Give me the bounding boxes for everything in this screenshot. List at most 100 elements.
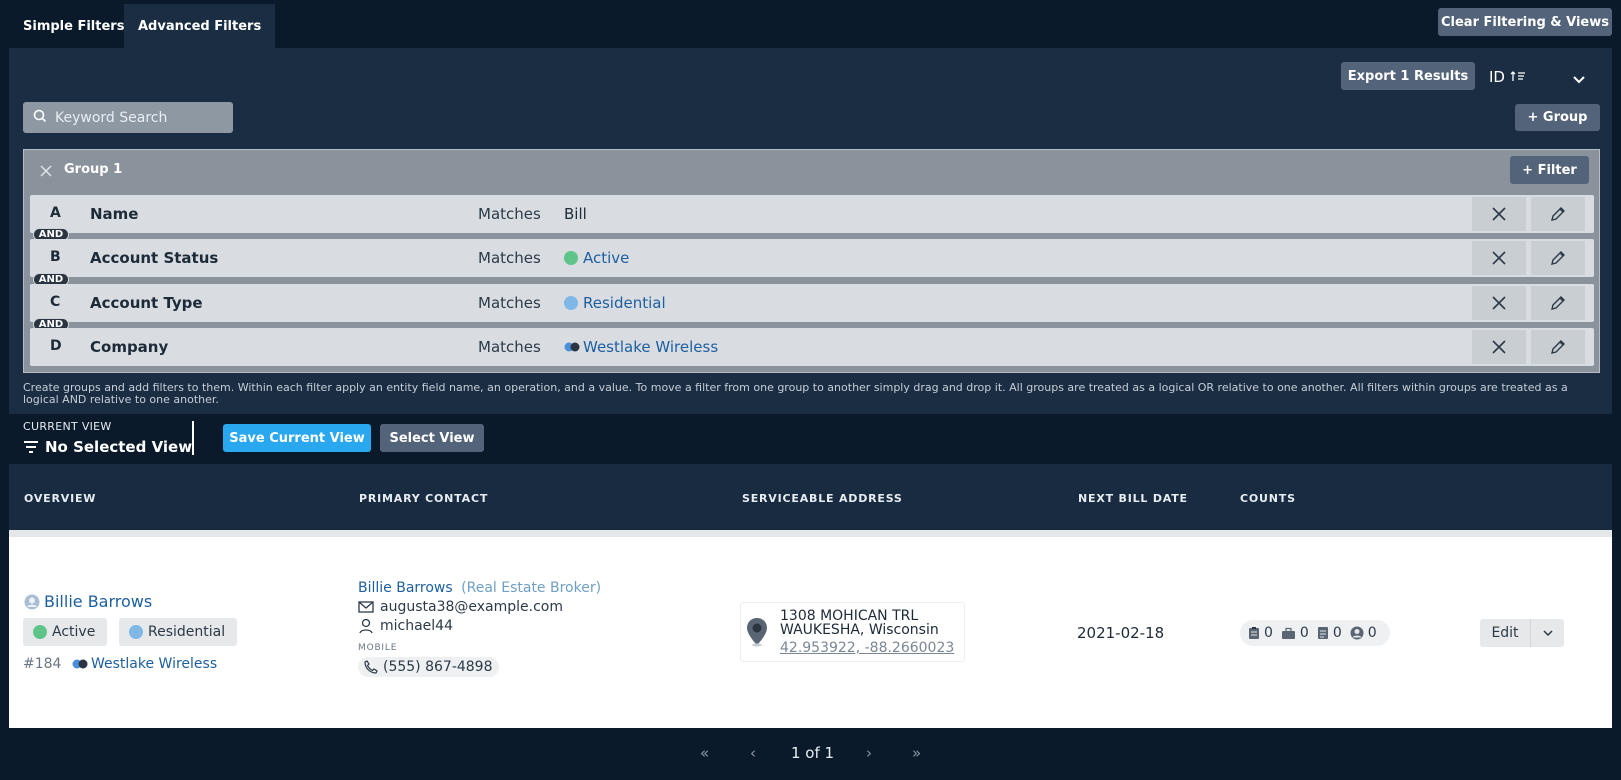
filter-letter: B (50, 249, 61, 265)
close-icon (1492, 296, 1506, 310)
contact-username: michael44 (358, 618, 453, 634)
column-header[interactable]: NEXT BILL DATE (1078, 492, 1188, 505)
next-page-button[interactable]: › (866, 744, 872, 762)
remove-filter-button[interactable] (1472, 286, 1526, 320)
clipboard-icon (1248, 626, 1260, 640)
map-pin-icon (746, 617, 768, 651)
phone-icon (364, 660, 378, 674)
company-name: Westlake Wireless (91, 656, 218, 672)
briefcase-icon (1281, 627, 1296, 640)
email-text: augusta38@example.com (380, 599, 563, 615)
search-icon (33, 108, 47, 127)
filter-value-text: Active (583, 249, 630, 267)
type-dot-icon (129, 625, 143, 639)
column-header[interactable]: OVERVIEW (24, 492, 96, 505)
group-title: Group 1 (64, 162, 123, 177)
edit-filter-button[interactable] (1531, 330, 1585, 364)
notes-icon (1317, 626, 1329, 640)
prev-page-button[interactable]: ‹ (750, 744, 756, 762)
company-link[interactable]: Westlake Wireless (72, 656, 217, 672)
clear-filtering-button[interactable]: Clear Filtering & Views (1438, 8, 1612, 36)
status-badge: Active (23, 618, 108, 646)
filter-value-text: Bill (564, 205, 587, 223)
status-badge-label: Active (52, 624, 96, 640)
remove-filter-button[interactable] (1472, 330, 1526, 364)
remove-filter-button[interactable] (1472, 197, 1526, 231)
keyword-search[interactable] (23, 102, 233, 133)
close-icon (1492, 251, 1506, 265)
current-view-value: No Selected View (45, 438, 193, 456)
filter-letter: A (50, 205, 61, 221)
filter-operator: Matches (478, 338, 541, 356)
filter-letter: C (50, 294, 61, 310)
pencil-icon (1551, 251, 1565, 265)
export-results-button[interactable]: Export 1 Results (1341, 62, 1475, 90)
edit-filter-button[interactable] (1531, 241, 1585, 275)
phone-label: MOBILE (358, 643, 398, 653)
filter-row[interactable]: A Name Matches Bill (30, 195, 1594, 233)
account-name-link[interactable]: Billie Barrows (24, 592, 152, 611)
search-input[interactable] (55, 109, 225, 126)
filter-field: Name (90, 205, 139, 223)
column-header[interactable]: PRIMARY CONTACT (359, 492, 488, 505)
filter-field: Account Status (90, 249, 219, 267)
last-page-button[interactable]: » (912, 744, 921, 762)
tab-simple-filters[interactable]: Simple Filters (9, 4, 138, 48)
close-icon (1492, 340, 1506, 354)
filter-operator: Matches (478, 249, 541, 267)
phone-chip[interactable]: (555) 867-4898 (358, 657, 499, 677)
mail-icon (358, 601, 374, 613)
add-group-button[interactable]: + Group (1515, 104, 1600, 131)
select-view-button[interactable]: Select View (380, 424, 484, 452)
username-text: michael44 (380, 618, 453, 634)
help-text: Create groups and add filters to them. W… (23, 381, 1568, 406)
chevron-down-icon (1542, 629, 1553, 636)
contact-name: Billie Barrows (358, 580, 453, 596)
filter-lines-icon (23, 440, 39, 454)
address-line1: 1308 MOHICAN TRL (780, 608, 919, 624)
edit-menu-button[interactable] (1531, 619, 1564, 647)
filter-letter: D (50, 338, 62, 354)
filter-row[interactable]: C Account Type Matches Residential (30, 284, 1594, 322)
sort-field-label: ID (1489, 68, 1505, 86)
contact-avatar-icon (1350, 626, 1364, 640)
phone-number: (555) 867-4898 (383, 659, 493, 675)
count-value: 0 (1367, 625, 1377, 641)
filter-operator: Matches (478, 294, 541, 312)
contact-name-link[interactable]: Billie Barrows (Real Estate Broker) (358, 580, 601, 596)
account-id: #184 (23, 656, 62, 672)
filter-value: Westlake Wireless (564, 338, 718, 356)
type-badge-label: Residential (148, 624, 226, 640)
address-line2: WAUKESHA, Wisconsin (780, 622, 939, 638)
contact-email[interactable]: augusta38@example.com (358, 599, 563, 615)
pencil-icon (1551, 340, 1565, 354)
filter-row[interactable]: B Account Status Matches Active (30, 239, 1594, 277)
edit-filter-button[interactable] (1531, 286, 1585, 320)
add-filter-button[interactable]: + Filter (1510, 156, 1589, 184)
sort-ascending-icon (1510, 68, 1526, 86)
status-dot-icon (33, 625, 47, 639)
filter-value-text: Residential (583, 294, 666, 312)
pencil-icon (1551, 296, 1565, 310)
chevron-down-icon[interactable] (1572, 70, 1586, 89)
remove-filter-button[interactable] (1472, 241, 1526, 275)
tab-advanced-filters[interactable]: Advanced Filters (124, 4, 276, 48)
first-page-button[interactable]: « (700, 744, 709, 762)
edit-filter-button[interactable] (1531, 197, 1585, 231)
save-current-view-button[interactable]: Save Current View (223, 424, 371, 452)
edit-button[interactable]: Edit (1480, 619, 1531, 647)
count-value: 0 (1264, 625, 1273, 641)
table-divider (9, 530, 1612, 537)
column-header[interactable]: COUNTS (1240, 492, 1296, 505)
filter-value: Bill (564, 205, 587, 223)
counts-chip[interactable]: 0 0 0 0 (1240, 620, 1390, 646)
column-header[interactable]: SERVICEABLE ADDRESS (742, 492, 903, 505)
count-value: 0 (1332, 625, 1342, 641)
filter-row[interactable]: D Company Matches Westlake Wireless (30, 328, 1594, 366)
remove-group-icon[interactable] (40, 162, 52, 181)
type-dot-icon (564, 296, 578, 310)
pencil-icon (1551, 207, 1565, 221)
coordinates-link[interactable]: 42.953922, -88.2660023 (780, 641, 954, 655)
sort-control[interactable]: ID (1489, 68, 1526, 86)
filter-value: Residential (564, 294, 666, 312)
